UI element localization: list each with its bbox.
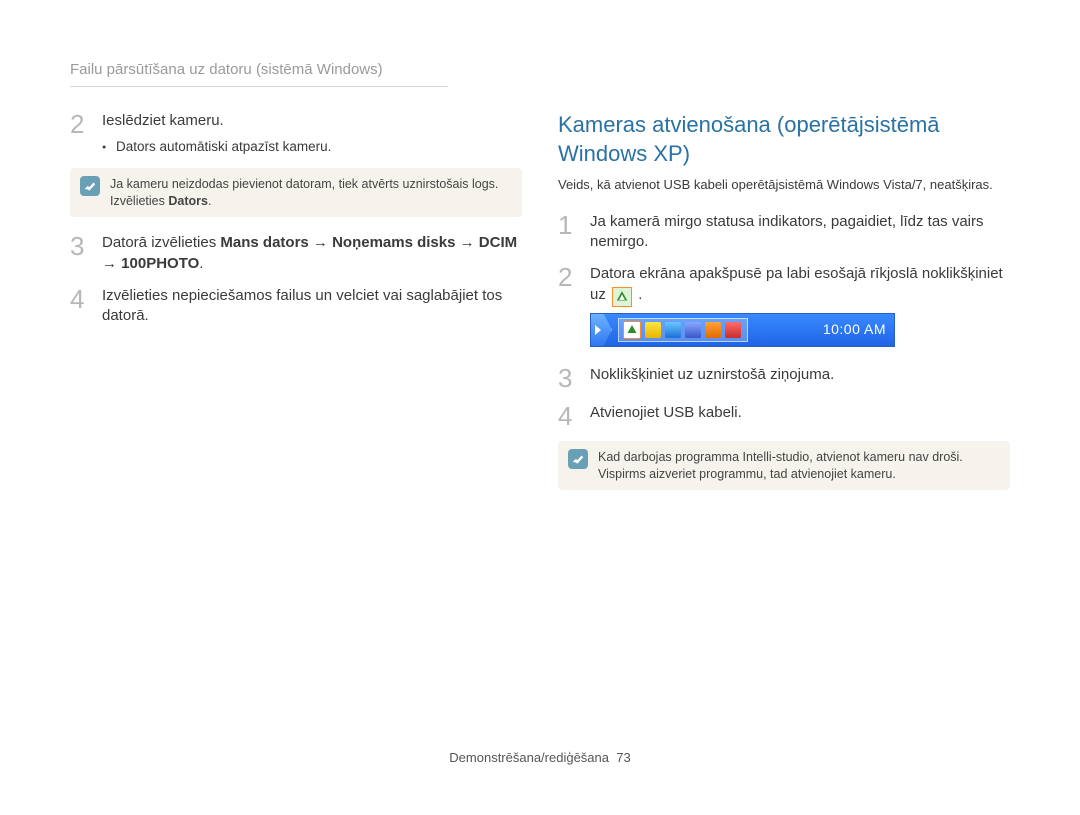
step-2: 2 Ieslēdziet kameru. Dators automātiski … [70,111,522,155]
step-text: Datorā izvēlieties Mans dators → Noņemam… [102,233,522,274]
page-footer: Demonstrēšana/rediģēšana 73 [0,749,1080,767]
windows-taskbar: 10:00 AM [590,313,895,347]
content-columns: 2 Ieslēdziet kameru. Dators automātiski … [70,111,1010,506]
step-4-right: 4 Atvienojiet USB kabeli. [558,403,1010,429]
step-text: Izvēlieties nepieciešamos failus un velc… [102,286,522,327]
taskbar-clock: 10:00 AM [823,320,886,339]
section-title: Kameras atvienošana (operētājsistēmā Win… [558,111,1010,168]
step-number: 2 [558,264,576,346]
step-text: Datora ekrāna apakšpusē pa labi esošajā … [590,264,1010,346]
system-tray [618,318,748,342]
updates-icon [725,322,741,338]
monitor-icon [685,322,701,338]
step-3: 3 Datorā izvēlieties Mans dators → Noņem… [70,233,522,274]
step-1-right: 1 Ja kamerā mirgo statusa indikators, pa… [558,212,1010,253]
page-number: 73 [616,750,630,765]
step-text: Atvienojiet USB kabeli. [590,403,1010,429]
bullet-item: Dators automātiski atpazīst kameru. [102,138,522,156]
step-bullets: Dators automātiski atpazīst kameru. [102,138,522,156]
right-column: Kameras atvienošana (operētājsistēmā Win… [558,111,1010,506]
safely-remove-hardware-icon [623,321,641,339]
note-text: Kad darbojas programma Intelli-studio, a… [598,449,1000,483]
note-box: Kad darbojas programma Intelli-studio, a… [558,441,1010,491]
manual-page: Failu pārsūtīšana uz datoru (sistēmā Win… [0,0,1080,815]
step-number: 3 [558,365,576,391]
footer-label: Demonstrēšana/rediģēšana [449,750,609,765]
network-icon [665,322,681,338]
note-icon [568,449,588,469]
step-number: 2 [70,111,88,155]
step-text: Ja kamerā mirgo statusa indikators, paga… [590,212,1010,253]
step-text: Ieslēdziet kameru. [102,111,522,131]
step-number: 4 [70,286,88,327]
note-text: Ja kameru neizdodas pievienot datoram, t… [110,176,512,210]
step-number: 3 [70,233,88,274]
step-text: Noklikšķiniet uz uznirstošā ziņojuma. [590,365,1010,391]
note-icon [80,176,100,196]
breadcrumb: Failu pārsūtīšana uz datoru (sistēmā Win… [70,60,448,87]
taskbar-tray-image: 10:00 AM [590,313,1010,347]
step-3-right: 3 Noklikšķiniet uz uznirstošā ziņojuma. [558,365,1010,391]
step-number: 4 [558,403,576,429]
step-number: 1 [558,212,576,253]
left-column: 2 Ieslēdziet kameru. Dators automātiski … [70,111,522,506]
shield-icon [645,322,661,338]
section-intro: Veids, kā atvienot USB kabeli operētājsi… [558,176,1010,194]
volume-icon [705,322,721,338]
step-4: 4 Izvēlieties nepieciešamos failus un ve… [70,286,522,327]
taskbar-start-cap [591,314,612,346]
note-box: Ja kameru neizdodas pievienot datoram, t… [70,168,522,218]
step-2-right: 2 Datora ekrāna apakšpusē pa labi esošaj… [558,264,1010,346]
safely-remove-hardware-icon [612,287,632,307]
